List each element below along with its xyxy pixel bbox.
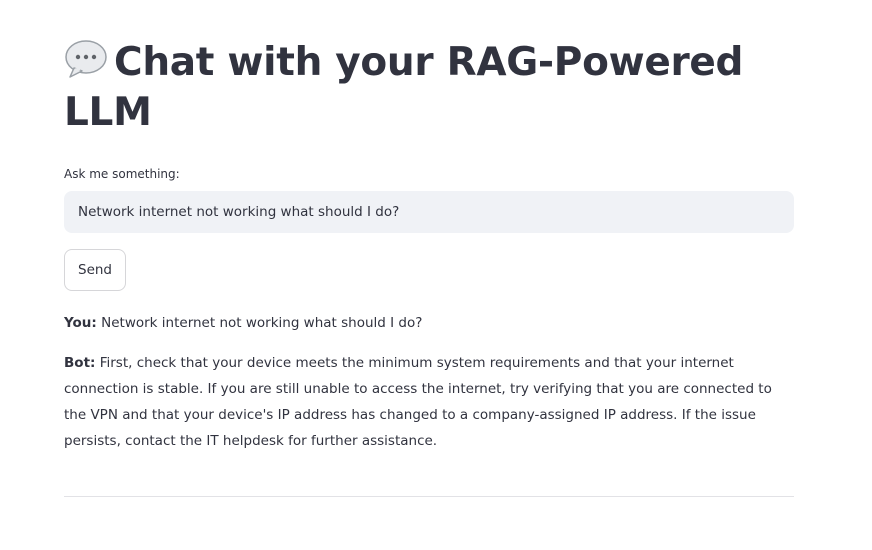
divider xyxy=(64,496,794,497)
main-container: Chat with your RAG-Powered LLM Ask me so… xyxy=(64,38,794,497)
bot-message: Bot: First, check that your device meets… xyxy=(64,350,776,454)
bot-speaker-label: Bot: xyxy=(64,355,96,371)
user-message: You: Network internet not working what s… xyxy=(64,310,794,336)
question-input-label: Ask me something: xyxy=(64,167,180,181)
question-input[interactable] xyxy=(64,191,794,233)
user-message-text: Network internet not working what should… xyxy=(101,315,423,331)
bot-message-text: First, check that your device meets the … xyxy=(64,355,772,449)
page-title-text: Chat with your RAG-Powered LLM xyxy=(64,40,744,135)
send-button[interactable]: Send xyxy=(64,249,127,291)
user-speaker-label: You: xyxy=(64,315,97,331)
page-title: Chat with your RAG-Powered LLM xyxy=(64,38,794,138)
speech-balloon-icon xyxy=(65,40,107,78)
